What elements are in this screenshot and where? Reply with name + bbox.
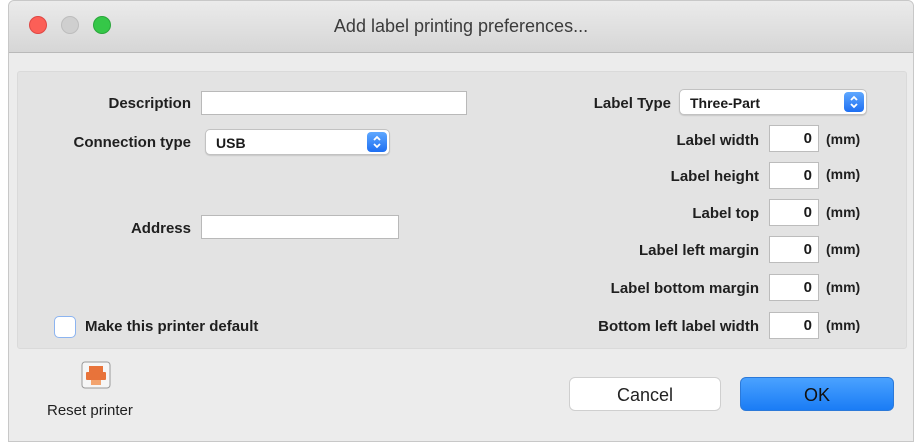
label-bottom-margin-field[interactable]: 0 <box>769 274 819 301</box>
unit-label: (mm) <box>826 166 861 182</box>
unit-label: (mm) <box>826 317 861 333</box>
unit-label: (mm) <box>826 131 861 147</box>
window-title: Add label printing preferences... <box>333 16 589 36</box>
dimension-label: Label left margin <box>638 242 759 259</box>
label-type-label: Label Type <box>593 95 671 112</box>
label-width-field[interactable]: 0 <box>769 125 819 152</box>
make-default-label: Make this printer default <box>85 318 259 335</box>
dimension-label: Label width <box>676 132 760 149</box>
dimension-label: Bottom left label width <box>598 318 759 335</box>
unit-label: (mm) <box>826 241 861 257</box>
connection-type-select[interactable]: USB <box>205 129 390 155</box>
label-type-value: Three-Part <box>690 95 761 111</box>
dimension-label: Label height <box>670 168 759 185</box>
address-label: Address <box>130 220 191 237</box>
connection-type-label: Connection type <box>73 134 191 151</box>
description-label: Description <box>108 95 191 112</box>
bottom-left-label-width-field[interactable]: 0 <box>769 312 819 339</box>
address-field[interactable] <box>201 215 399 239</box>
description-field[interactable] <box>201 91 467 115</box>
connection-type-value: USB <box>216 135 246 151</box>
unit-label: (mm) <box>826 279 861 295</box>
dimension-label: Label bottom margin <box>610 280 759 297</box>
label-left-margin-field[interactable]: 0 <box>769 236 819 263</box>
ok-button[interactable]: OK <box>740 377 894 411</box>
label-type-select[interactable]: Three-Part <box>679 89 867 115</box>
label-height-field[interactable]: 0 <box>769 162 819 189</box>
select-stepper-icon <box>844 92 864 112</box>
cancel-button[interactable]: Cancel <box>569 377 721 411</box>
unit-label: (mm) <box>826 204 861 220</box>
make-default-checkbox[interactable] <box>54 316 76 338</box>
reset-printer-icon[interactable] <box>81 361 111 389</box>
title-bar: Add label printing preferences... <box>9 1 913 53</box>
dialog-window: Add label printing preferences... Descri… <box>8 0 914 442</box>
reset-printer-label[interactable]: Reset printer <box>47 402 133 419</box>
label-top-field[interactable]: 0 <box>769 199 819 226</box>
dimension-label: Label top <box>692 205 759 222</box>
select-stepper-icon <box>367 132 387 152</box>
